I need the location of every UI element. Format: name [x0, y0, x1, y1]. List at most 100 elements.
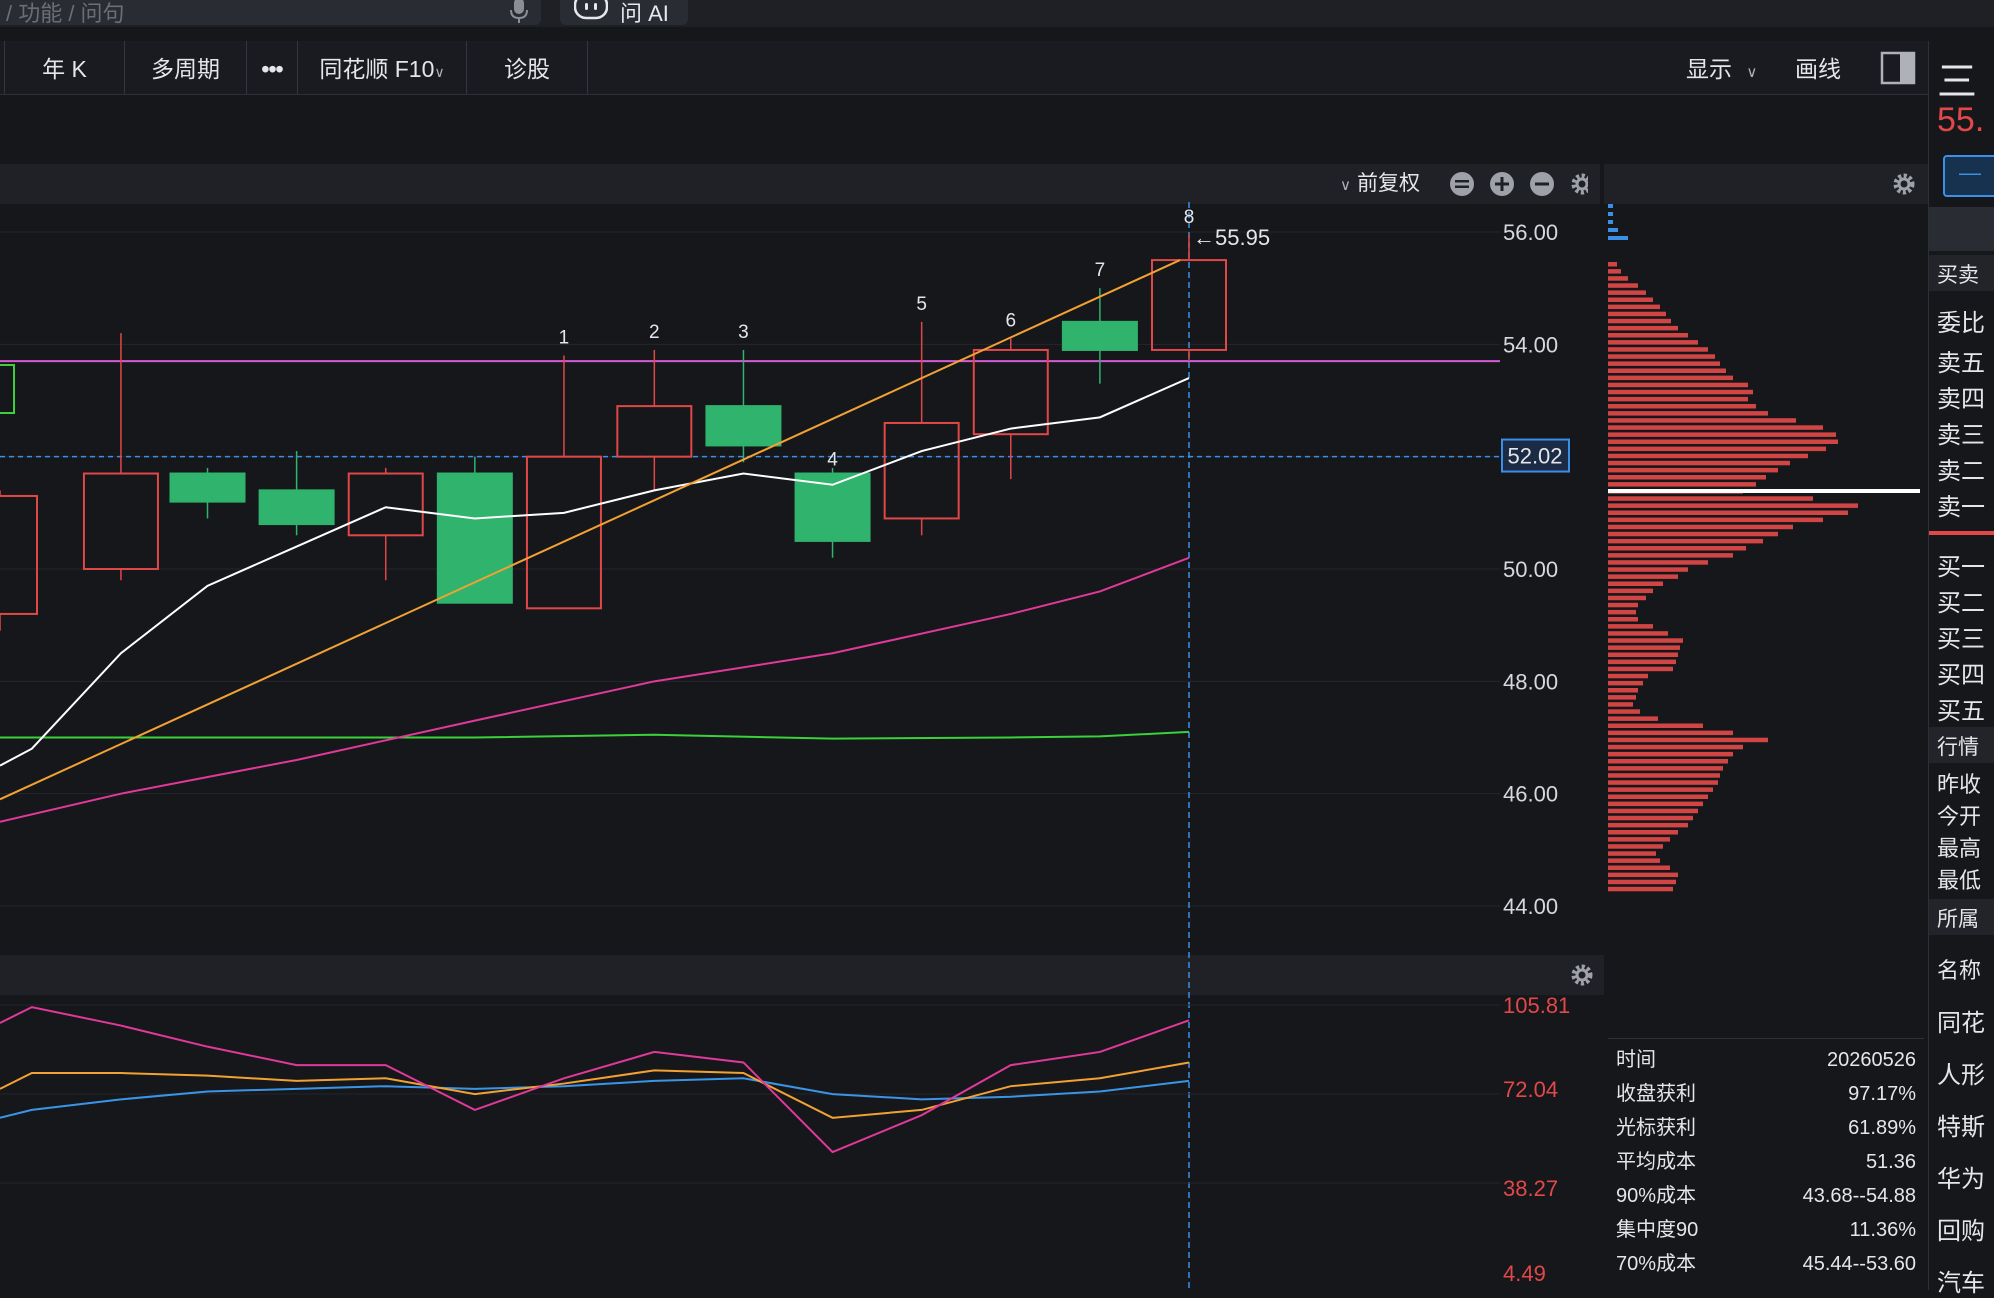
profile-bar: [1608, 297, 1653, 302]
candle-body: [883, 421, 960, 520]
profile-bar: [1608, 347, 1708, 352]
profile-bar: [1608, 220, 1613, 224]
profile-bar: [1608, 787, 1713, 792]
profile-bar: [1608, 815, 1693, 821]
section-header: 买卖: [1929, 255, 1994, 291]
stat-row: 70%成本 45.44--53.60: [1616, 1247, 1916, 1281]
candle-body: [82, 472, 159, 570]
profile-bar: [1608, 531, 1778, 537]
concept-item[interactable]: 回购: [1937, 1211, 1985, 1246]
profile-bar: [1608, 262, 1617, 267]
section-header: 行情: [1929, 727, 1994, 763]
candle-label: 5: [916, 294, 927, 315]
concept-item[interactable]: 人形: [1937, 1055, 1985, 1090]
candle-body: [525, 455, 602, 610]
profile-bar: [1608, 624, 1653, 629]
profile-bar: [1608, 446, 1826, 452]
profile-bar: [1608, 269, 1621, 274]
stat-row: 光标获利 61.89%: [1616, 1111, 1916, 1145]
profile-bar: [1608, 283, 1638, 288]
profile-bar: [1608, 645, 1680, 650]
profile-bar: [1608, 872, 1678, 878]
profile-bar: [1608, 212, 1613, 216]
section-header: 所属: [1929, 899, 1994, 935]
profile-bar: [1608, 751, 1733, 757]
profile-bar: [1608, 311, 1666, 317]
stat-value: 11.36%: [1849, 1219, 1916, 1241]
stat-key: 光标获利: [1616, 1117, 1696, 1139]
profile-bar: [1608, 439, 1838, 444]
section-title: 行情: [1937, 736, 1979, 759]
indicator-tick: 105.81: [1503, 993, 1571, 1018]
trade-button[interactable]: —: [1943, 155, 1994, 197]
stat-key: 平均成本: [1616, 1151, 1696, 1173]
candle-body: [347, 472, 424, 537]
stat-value: 51.36: [1865, 1151, 1916, 1173]
candle-body: [258, 489, 335, 526]
candle-label: 6: [1005, 311, 1016, 332]
profile-bar: [1608, 837, 1670, 842]
profile-bar: [1608, 680, 1643, 686]
profile-bar: [1608, 567, 1688, 572]
ma-magenta-line: [0, 556, 1190, 823]
trend-line: [0, 259, 1181, 801]
candle-body: [794, 472, 871, 542]
price-tick: 54.00: [1503, 332, 1558, 357]
stat-key: 时间: [1616, 1049, 1656, 1071]
panel-toggle-icon[interactable]: [1880, 51, 1916, 85]
order-book-panel: 三 55. — 买卖 委比 卖五 卖四 卖三 卖二 卖一 买一 买二 买三 买四…: [1928, 41, 1994, 1297]
profile-bar: [1608, 375, 1733, 381]
section-title: 所属: [1937, 908, 1979, 931]
profile-bar: [1608, 333, 1688, 338]
profile-bar: [1608, 688, 1638, 693]
profile-bar: [1608, 411, 1768, 416]
stat-key: 收盘获利: [1616, 1083, 1696, 1105]
profile-bar: [1608, 396, 1748, 402]
profile-bar: [1608, 617, 1638, 622]
order-label: 委比: [1937, 310, 1985, 337]
display-menu[interactable]: 显示 ∨: [1686, 41, 1757, 94]
price-tick: 56.00: [1503, 220, 1558, 245]
concept-item[interactable]: 汽车: [1937, 1263, 1985, 1298]
concept-item[interactable]: 华为: [1937, 1159, 1985, 1194]
profile-bar: [1608, 453, 1808, 459]
profile-bar: [1608, 560, 1708, 565]
order-label: 卖五: [1937, 350, 1985, 377]
order-label: 卖四: [1937, 386, 1985, 413]
profile-bar: [1608, 773, 1720, 778]
profile-bar: [1608, 204, 1613, 208]
profile-bar: [1608, 744, 1743, 750]
draw-line-button[interactable]: 画线: [1795, 41, 1841, 94]
chevron-down-icon: ∨: [1746, 64, 1758, 81]
profile-bar: [1608, 517, 1823, 523]
profile-bar: [1608, 432, 1836, 437]
ma-green-line: [0, 730, 1190, 740]
quote-label: 最高: [1937, 836, 1982, 861]
profile-bar: [1608, 794, 1708, 799]
stock-name: 三: [1937, 60, 1977, 104]
chip-stats-box: 时间 20260526 收盘获利 97.17% 光标获利 61.89% 平均成本 51.…: [1608, 1038, 1924, 1291]
candle-body: [1061, 320, 1138, 351]
candle-body: [616, 405, 693, 458]
profile-bar: [1608, 844, 1663, 849]
kline-chart[interactable]: 56.0054.0052.0050.0048.0046.0044.0012345…: [0, 0, 1610, 1290]
profile-bar: [1608, 546, 1746, 551]
gear-icon[interactable]: [1890, 170, 1918, 198]
candle-body: [705, 405, 782, 447]
profile-bar: [1608, 290, 1646, 295]
stat-row: 收盘获利 97.17%: [1616, 1077, 1916, 1111]
profile-bar: [1608, 595, 1646, 601]
profile-bar: [1608, 382, 1748, 388]
quote-label: 今开: [1937, 804, 1982, 829]
profile-bar: [1608, 510, 1848, 515]
concept-item[interactable]: 同花: [1937, 1003, 1985, 1038]
panel-tab[interactable]: [1929, 207, 1994, 251]
profile-bar: [1608, 318, 1671, 324]
concept-item[interactable]: 特斯: [1937, 1107, 1985, 1142]
candle-label: 2: [649, 322, 660, 343]
profile-bar: [1608, 404, 1756, 409]
stat-row: 集中度90 11.36%: [1616, 1213, 1916, 1247]
profile-bar: [1608, 354, 1715, 359]
indicator-blue-line: [0, 1077, 1190, 1119]
profile-bar: [1608, 702, 1633, 707]
